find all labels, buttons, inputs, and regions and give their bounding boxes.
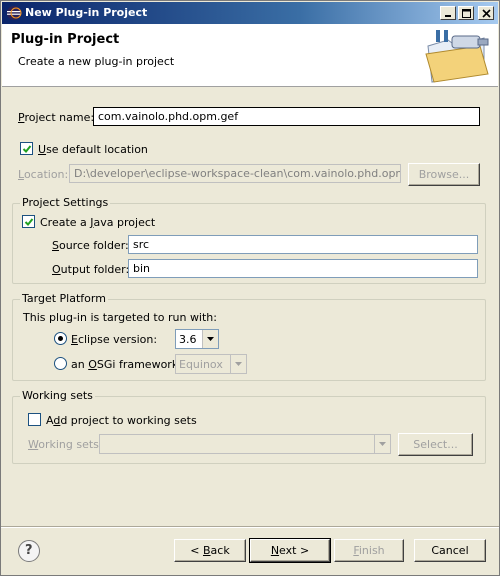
chevron-down-icon xyxy=(379,442,386,446)
osgi-framework-radio[interactable] xyxy=(54,357,67,370)
project-name-label: Project name: xyxy=(18,111,95,124)
help-button[interactable]: ? xyxy=(18,540,40,562)
working-sets-title: Working sets xyxy=(20,389,95,402)
location-input[interactable]: D:\developer\eclipse-workspace-clean\com… xyxy=(69,164,401,183)
close-button[interactable] xyxy=(478,6,494,20)
wizard-banner: Plug-in Project Create a new plug-in pro… xyxy=(2,24,498,87)
plugin-folder-icon xyxy=(425,30,489,83)
checkmark-icon xyxy=(22,145,32,153)
page-title: Plug-in Project xyxy=(11,32,120,47)
source-folder-input[interactable]: src xyxy=(128,235,478,254)
chevron-down-icon xyxy=(235,362,242,366)
dropdown-arrow[interactable] xyxy=(374,435,390,453)
eclipse-icon xyxy=(7,6,22,20)
dialog-window: New Plug-in Project Plug-in Project Crea… xyxy=(0,0,500,576)
create-java-project-label: Create a Java project xyxy=(40,216,156,229)
cancel-button[interactable]: Cancel xyxy=(414,539,486,562)
maximize-button[interactable] xyxy=(458,6,474,20)
output-folder-input[interactable]: bin xyxy=(128,259,478,278)
browse-button[interactable]: Browse... xyxy=(408,163,480,186)
eclipse-version-value: 3.6 xyxy=(179,333,197,346)
project-name-input[interactable]: com.vainolo.phd.opm.gef xyxy=(93,107,480,126)
source-folder-label: Source folder: xyxy=(52,239,129,252)
minimize-button[interactable] xyxy=(440,6,456,20)
page-description: Create a new plug-in project xyxy=(18,55,175,68)
minimize-icon xyxy=(445,15,451,17)
create-java-project-checkbox[interactable] xyxy=(22,215,35,228)
target-platform-title: Target Platform xyxy=(20,292,108,305)
use-default-location-checkbox[interactable] xyxy=(20,142,33,155)
title-bar[interactable]: New Plug-in Project xyxy=(2,2,498,24)
osgi-framework-label: an OSGi framework: xyxy=(71,358,182,371)
help-icon: ? xyxy=(25,543,33,558)
use-default-location-label: Use default location xyxy=(38,143,148,156)
eclipse-version-label: Eclipse version: xyxy=(71,333,158,346)
eclipse-version-select[interactable]: 3.6 xyxy=(175,329,219,349)
osgi-framework-value: Equinox xyxy=(179,358,223,371)
target-intro-text: This plug-in is targeted to run with: xyxy=(23,311,217,324)
dropdown-arrow[interactable] xyxy=(230,355,246,373)
project-settings-title: Project Settings xyxy=(20,196,111,209)
add-to-working-sets-label: Add project to working sets xyxy=(46,414,197,427)
maximize-icon xyxy=(462,9,471,18)
output-folder-label: Output folder: xyxy=(52,263,130,276)
dropdown-arrow[interactable] xyxy=(202,330,218,348)
add-to-working-sets-checkbox[interactable] xyxy=(28,413,41,426)
close-icon xyxy=(482,9,491,18)
next-button[interactable]: Next > xyxy=(249,538,331,563)
working-sets-select[interactable] xyxy=(99,434,391,454)
working-sets-label: Working sets: xyxy=(28,438,103,451)
location-label: Location: xyxy=(18,168,69,181)
footer-separator xyxy=(1,526,499,528)
back-button[interactable]: < Back xyxy=(174,539,246,562)
window-title: New Plug-in Project xyxy=(25,6,148,19)
finish-button[interactable]: Finish xyxy=(334,539,404,562)
eclipse-version-radio[interactable] xyxy=(54,332,67,345)
chevron-down-icon xyxy=(207,337,214,341)
checkmark-icon xyxy=(24,218,34,226)
osgi-framework-select[interactable]: Equinox xyxy=(175,354,247,374)
radio-selected-dot xyxy=(58,336,63,341)
select-working-sets-button[interactable]: Select... xyxy=(398,433,473,456)
